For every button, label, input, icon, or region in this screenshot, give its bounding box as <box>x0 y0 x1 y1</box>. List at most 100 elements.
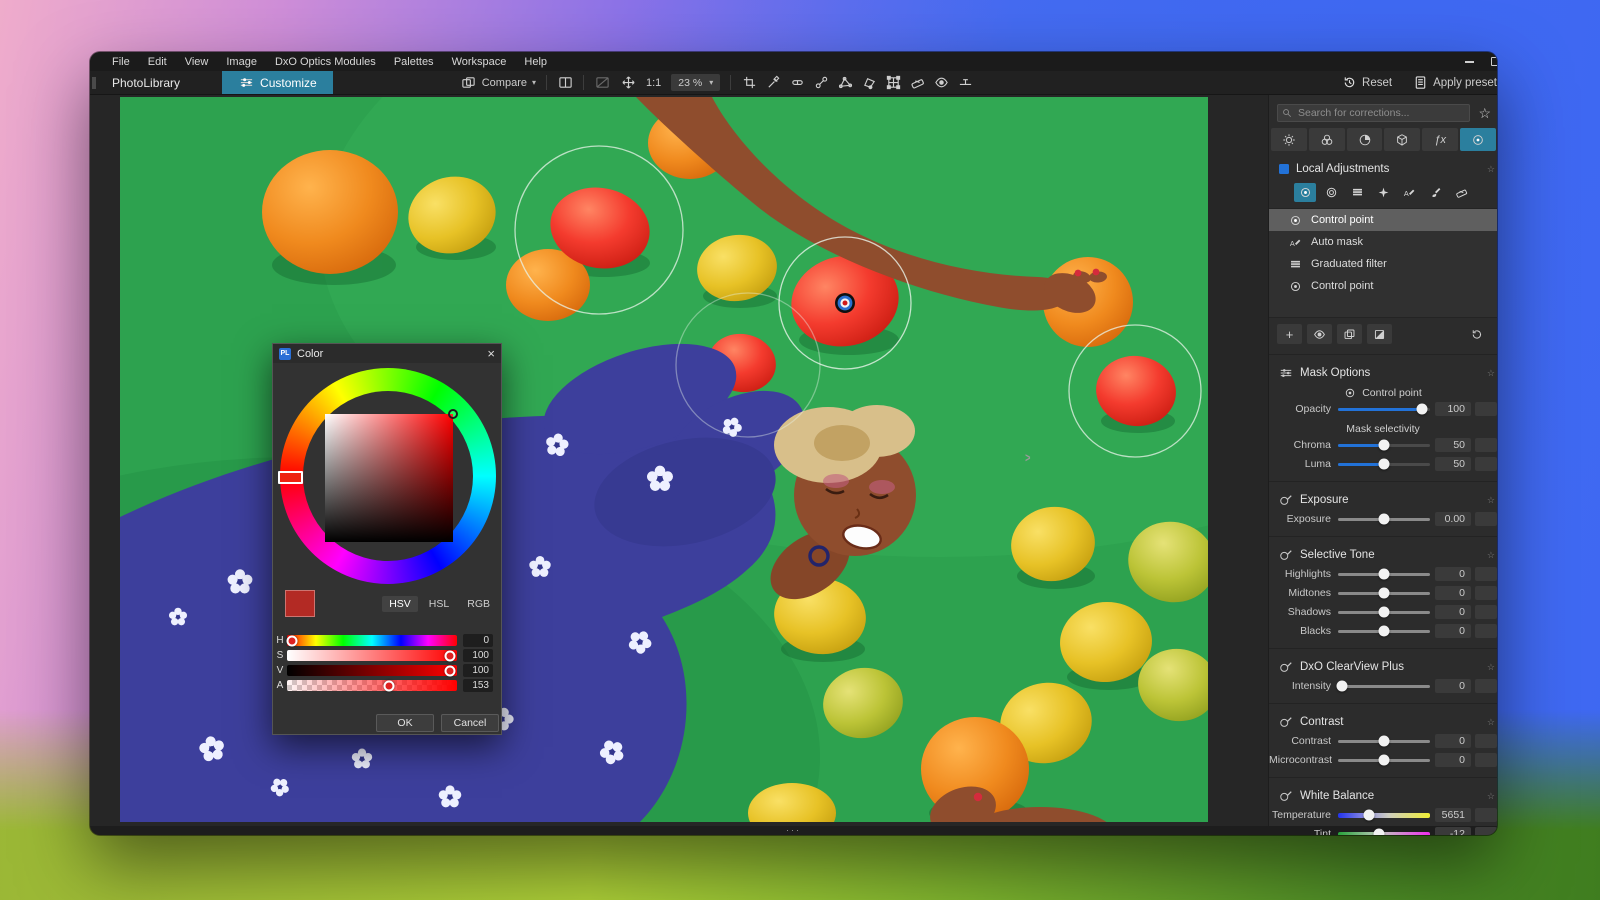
menu-edit[interactable]: Edit <box>139 56 176 68</box>
zoom-1to1-button[interactable]: 1:1 <box>646 77 661 89</box>
menu-view[interactable]: View <box>176 56 218 68</box>
exposure-slider[interactable] <box>1338 518 1430 521</box>
cancel-button[interactable]: Cancel <box>441 714 499 732</box>
luma-slider[interactable] <box>1338 463 1430 466</box>
reset-local-adjustments-button[interactable] <box>1464 324 1489 344</box>
section-clearview-header[interactable]: DxO ClearView Plus ☆ <box>1269 658 1497 676</box>
section-mask-options-header[interactable]: Mask Options ☆ <box>1269 364 1497 382</box>
value-value[interactable]: 100 <box>463 664 493 677</box>
panel-collapse-chevron[interactable]: > <box>1026 450 1031 465</box>
intensity-slider[interactable] <box>1338 685 1430 688</box>
palette-tab-local-adjustments[interactable] <box>1460 128 1496 151</box>
toggle-visibility-button[interactable] <box>1307 324 1332 344</box>
sv-selector[interactable] <box>448 409 458 419</box>
saturation-slider[interactable] <box>287 650 457 661</box>
visibility-eye-icon[interactable] <box>933 75 949 91</box>
pan-tool-icon[interactable] <box>620 75 636 91</box>
menu-palettes[interactable]: Palettes <box>385 56 443 68</box>
crop-tool-icon[interactable] <box>741 75 757 91</box>
section-white-balance-header[interactable]: White Balance ☆ <box>1269 787 1497 805</box>
tab-rgb[interactable]: RGB <box>460 596 497 612</box>
saturation-value[interactable]: 100 <box>463 649 493 662</box>
list-item-graduated-filter[interactable]: Graduated filter <box>1269 253 1497 275</box>
hue-wheel-marker[interactable] <box>278 471 303 484</box>
minimize-icon[interactable] <box>1465 61 1474 63</box>
contrast-slider[interactable] <box>1338 740 1430 743</box>
reset-button[interactable]: Reset <box>1341 75 1392 91</box>
saturation-value-square[interactable] <box>325 414 453 542</box>
tab-hsl[interactable]: HSL <box>422 596 456 612</box>
search-input[interactable] <box>1277 104 1470 122</box>
tool-control-point[interactable] <box>1294 183 1316 202</box>
tab-hsv[interactable]: HSV <box>382 596 418 612</box>
highlights-value[interactable]: 0 <box>1435 567 1471 581</box>
split-view-icon[interactable] <box>557 75 573 91</box>
list-item-control-point-2[interactable]: Control point <box>1269 275 1497 297</box>
hue-slider[interactable] <box>287 635 457 646</box>
grid-tool-icon[interactable] <box>885 75 901 91</box>
microcontrast-value[interactable]: 0 <box>1435 753 1471 767</box>
palette-tab-geometry[interactable] <box>1384 128 1420 151</box>
microcontrast-slider[interactable] <box>1338 759 1430 762</box>
duplicate-mask-button[interactable] <box>1337 324 1362 344</box>
contrast-value[interactable]: 0 <box>1435 734 1471 748</box>
section-selective-tone-header[interactable]: Selective Tone ☆ <box>1269 546 1497 564</box>
highlights-slider[interactable] <box>1338 573 1430 576</box>
alpha-slider[interactable] <box>287 680 457 691</box>
menu-workspace[interactable]: Workspace <box>443 56 516 68</box>
repair-tool-icon[interactable] <box>789 75 805 91</box>
tool-luminosity-mask[interactable] <box>1372 183 1394 202</box>
tool-auto-mask[interactable]: A <box>1398 183 1420 202</box>
temperature-slider[interactable] <box>1338 813 1430 818</box>
menu-dxo-optics-modules[interactable]: DxO Optics Modules <box>266 56 385 68</box>
tint-slider[interactable] <box>1338 832 1430 836</box>
chroma-slider[interactable] <box>1338 444 1430 447</box>
zoom-level-dropdown[interactable]: 23 % ▾ <box>671 74 720 91</box>
menu-file[interactable]: File <box>103 56 139 68</box>
value-slider[interactable] <box>287 665 457 676</box>
apply-preset-button[interactable]: Apply preset <box>1412 75 1497 91</box>
horizon-tool-icon[interactable] <box>957 75 973 91</box>
section-local-adjustments-header[interactable]: Local Adjustments ☆ <box>1269 160 1497 178</box>
maximize-icon[interactable] <box>1491 57 1497 66</box>
favorites-star-icon[interactable]: ☆ <box>1478 105 1491 122</box>
palette-tab-color[interactable] <box>1309 128 1345 151</box>
alpha-value[interactable]: 153 <box>463 679 493 692</box>
list-item-auto-mask[interactable]: A Auto mask <box>1269 231 1497 253</box>
luma-value[interactable]: 50 <box>1435 457 1471 471</box>
section-exposure-header[interactable]: Exposure ☆ <box>1269 491 1497 509</box>
eyedropper-tool-icon[interactable] <box>765 75 781 91</box>
temperature-value[interactable]: 5651 <box>1435 808 1471 822</box>
mask-preview-icon[interactable] <box>594 75 610 91</box>
close-icon[interactable]: × <box>487 347 495 360</box>
tab-customize[interactable]: Customize <box>222 71 333 95</box>
palette-tab-light[interactable] <box>1271 128 1307 151</box>
shadows-slider[interactable] <box>1338 611 1430 614</box>
ok-button[interactable]: OK <box>376 714 434 732</box>
section-contrast-header[interactable]: Contrast ☆ <box>1269 713 1497 731</box>
add-mask-button[interactable]: + <box>1277 324 1302 344</box>
palette-tab-effects[interactable]: ƒx <box>1422 128 1458 151</box>
control-line-tool-icon[interactable] <box>837 75 853 91</box>
tool-graduated-filter[interactable] <box>1346 183 1368 202</box>
enabled-checkbox[interactable] <box>1279 164 1289 174</box>
control-point-tool-icon[interactable] <box>813 75 829 91</box>
tab-photolibrary[interactable]: PhotoLibrary <box>96 71 196 95</box>
hue-value[interactable]: 0 <box>463 634 493 647</box>
chroma-value[interactable]: 50 <box>1435 438 1471 452</box>
intensity-value[interactable]: 0 <box>1435 679 1471 693</box>
menu-image[interactable]: Image <box>217 56 266 68</box>
midtones-slider[interactable] <box>1338 592 1430 595</box>
compare-button[interactable]: Compare ▾ <box>461 75 536 91</box>
tool-brush[interactable] <box>1424 183 1446 202</box>
tool-control-line[interactable] <box>1320 183 1342 202</box>
shadows-value[interactable]: 0 <box>1435 605 1471 619</box>
tool-eraser[interactable] <box>1450 183 1472 202</box>
midtones-value[interactable]: 0 <box>1435 586 1471 600</box>
eraser-tool-icon[interactable] <box>909 75 925 91</box>
opacity-slider[interactable] <box>1338 408 1430 411</box>
invert-mask-button[interactable] <box>1367 324 1392 344</box>
menu-help[interactable]: Help <box>515 56 556 68</box>
blacks-value[interactable]: 0 <box>1435 624 1471 638</box>
exposure-value[interactable]: 0.00 <box>1435 512 1471 526</box>
